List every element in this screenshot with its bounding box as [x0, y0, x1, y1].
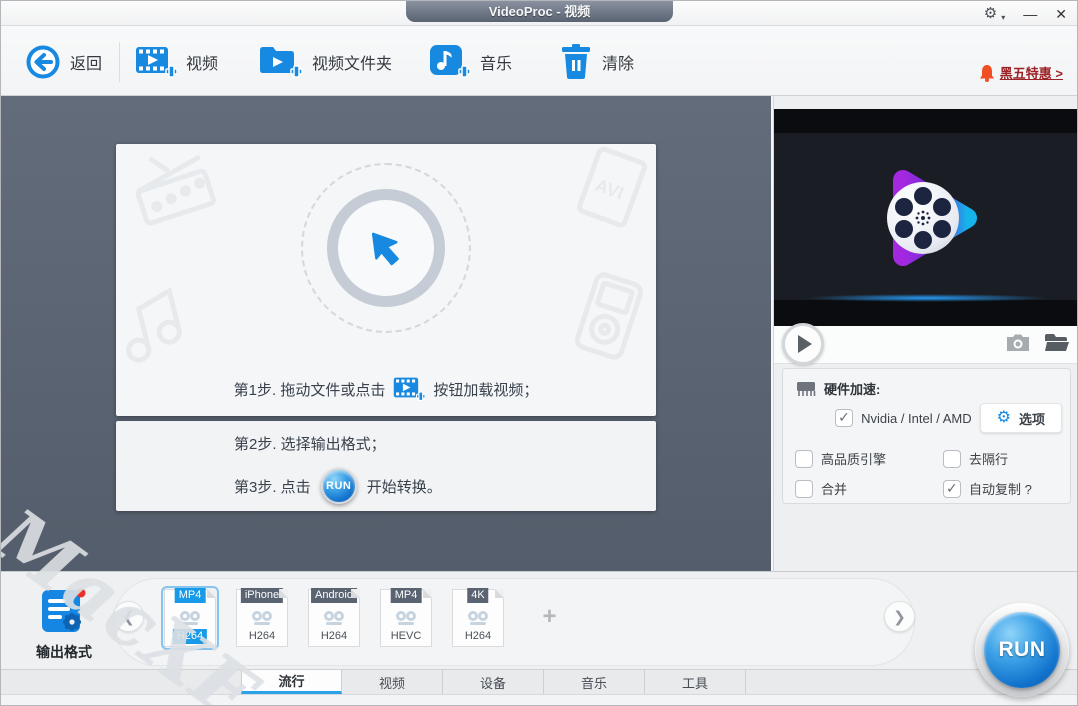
format-page: MP4 HEVC	[380, 588, 432, 647]
format-card-4k-h264[interactable]: 4K H264	[449, 586, 507, 650]
promo-banner[interactable]: 黑五特惠 >	[979, 26, 1063, 96]
output-format-button[interactable]: 输出格式	[29, 586, 99, 662]
format-page: Android H264	[308, 588, 360, 647]
reel-icon	[252, 611, 272, 625]
glow-line	[804, 294, 1050, 302]
chip-icon	[795, 381, 817, 397]
add-video-icon	[135, 43, 177, 81]
clapper-deco-icon	[120, 136, 230, 240]
reel-icon	[468, 611, 488, 625]
options-button[interactable]: ⚙ 选项	[979, 403, 1062, 433]
add-video-folder-button[interactable]: 视频文件夹	[259, 40, 392, 84]
trash-icon	[559, 43, 593, 81]
cursor-arrow-icon	[363, 225, 409, 271]
preview-controls	[774, 323, 1077, 365]
auto-copy-checkbox[interactable]	[943, 479, 961, 498]
play-button[interactable]	[782, 323, 824, 365]
reel-icon	[324, 611, 344, 625]
run-mini-icon: RUN	[320, 468, 357, 504]
hq-engine-checkbox[interactable]	[795, 449, 813, 468]
add-music-button[interactable]: 音乐	[429, 40, 512, 84]
bottom-bar: 输出格式 ❮ MP4 H264 iPhone H264 Android H264	[1, 571, 1077, 705]
tab-popular[interactable]: 流行	[241, 670, 342, 694]
promo-link[interactable]: 黑五特惠 >	[1000, 63, 1063, 82]
settings-caret-icon[interactable]: ▾	[1001, 13, 1005, 22]
right-panel: 硬件加速: Nvidia / Intel / AMD ⚙ 选项 高品质引擎 去隔…	[773, 96, 1077, 648]
music-note-deco-icon	[108, 277, 198, 381]
scroll-right-button[interactable]: ❯	[884, 601, 915, 632]
add-video-folder-icon	[259, 43, 303, 81]
hq-engine-checkbox-item[interactable]: 高品质引擎	[795, 449, 886, 468]
run-button[interactable]: RUN	[984, 612, 1060, 688]
merge-checkbox-item[interactable]: 合并	[795, 479, 847, 498]
format-page: 4K H264	[452, 588, 504, 647]
auto-copy-checkbox-item[interactable]: 自动复制 ?	[943, 479, 1032, 498]
add-format-button[interactable]: +	[534, 601, 565, 632]
format-page: MP4 H264	[164, 588, 216, 647]
close-button[interactable]: ✕	[1055, 7, 1067, 21]
deinterlace-checkbox-item[interactable]: 去隔行	[943, 449, 1008, 468]
minimize-button[interactable]: —	[1023, 7, 1037, 21]
gpu-label: Nvidia / Intel / AMD	[861, 410, 972, 426]
output-format-icon	[29, 586, 99, 638]
window-title: VideoProc - 视频	[406, 1, 673, 22]
tab-video[interactable]: 视频	[342, 670, 443, 694]
hardware-title: 硬件加速:	[824, 382, 881, 397]
toolbar: 返回 视频 视频文件夹 音乐 清除 黑五特惠 >	[1, 26, 1077, 96]
tab-tools[interactable]: 工具	[645, 670, 746, 694]
options-gear-icon: ⚙	[996, 409, 1011, 426]
run-button-ring: RUN	[975, 603, 1069, 697]
avi-file-deco-icon: AVI	[571, 142, 653, 232]
step2-instruction: 第2步. 选择输出格式；	[234, 436, 386, 453]
add-video-inline-icon[interactable]	[393, 374, 426, 404]
ipod-deco-icon	[568, 267, 649, 365]
output-format-label: 输出格式	[36, 644, 92, 660]
hardware-acceleration-box: 硬件加速: Nvidia / Intel / AMD ⚙ 选项 高品质引擎 去隔…	[782, 368, 1071, 504]
tab-music[interactable]: 音乐	[544, 670, 645, 694]
gpu-row: Nvidia / Intel / AMD ⚙ 选项	[835, 403, 1062, 433]
tab-device[interactable]: 设备	[443, 670, 544, 694]
steps-card: 第2步. 选择输出格式； 第3步. 点击 RUN 开始转换。	[116, 421, 656, 511]
format-card-mp4-hevc[interactable]: MP4 HEVC	[377, 586, 435, 650]
titlebar: VideoProc - 视频 ⚙ ▾ — ✕	[1, 1, 1077, 26]
format-tab-strip: 流行 视频 设备 音乐 工具	[1, 669, 1077, 694]
reel-icon	[396, 611, 416, 625]
step1-instruction: 第1步. 拖动文件或点击 按钮加载视频；	[116, 374, 656, 404]
svg-text:AVI: AVI	[593, 175, 627, 204]
drop-ring	[327, 189, 445, 307]
deinterlace-checkbox[interactable]	[943, 449, 961, 468]
add-music-icon	[429, 43, 471, 81]
play-icon	[798, 335, 812, 353]
open-folder-icon[interactable]	[1044, 333, 1070, 352]
format-card-iphone-h264[interactable]: iPhone H264	[233, 586, 291, 650]
format-card-mp4-h264[interactable]: MP4 H264	[161, 586, 219, 650]
format-page: iPhone H264	[236, 588, 288, 647]
bottom-status-strip	[1, 694, 1077, 705]
format-card-android-h264[interactable]: Android H264	[305, 586, 363, 650]
drop-target[interactable]	[301, 163, 471, 333]
step3-instruction: 第3步. 点击 RUN 开始转换。	[234, 468, 442, 504]
back-button[interactable]: 返回	[25, 40, 102, 84]
snapshot-camera-icon[interactable]	[1006, 333, 1030, 352]
drop-zone[interactable]: AVI 第1步. 拖动文件或点击 按钮加载视频；	[116, 144, 656, 416]
reel-icon	[180, 611, 200, 625]
videoproc-logo	[857, 153, 997, 283]
clear-button[interactable]: 清除	[559, 40, 634, 84]
videoproc-window: VideoProc - 视频 ⚙ ▾ — ✕ 返回 视频 视频文件夹 音乐 清除…	[0, 0, 1078, 706]
bell-icon	[979, 64, 995, 82]
settings-gear-icon[interactable]: ⚙	[984, 6, 997, 21]
load-area-panel: AVI 第1步. 拖动文件或点击 按钮加载视频； 第2步. 选择输出格式； 第3…	[1, 96, 771, 571]
merge-checkbox[interactable]	[795, 479, 813, 498]
add-video-button[interactable]: 视频	[135, 40, 218, 84]
scroll-left-button[interactable]: ❮	[113, 601, 144, 632]
video-preview[interactable]	[774, 109, 1077, 326]
back-icon	[25, 44, 61, 80]
toolbar-divider	[119, 42, 120, 82]
gpu-checkbox[interactable]	[835, 409, 854, 427]
